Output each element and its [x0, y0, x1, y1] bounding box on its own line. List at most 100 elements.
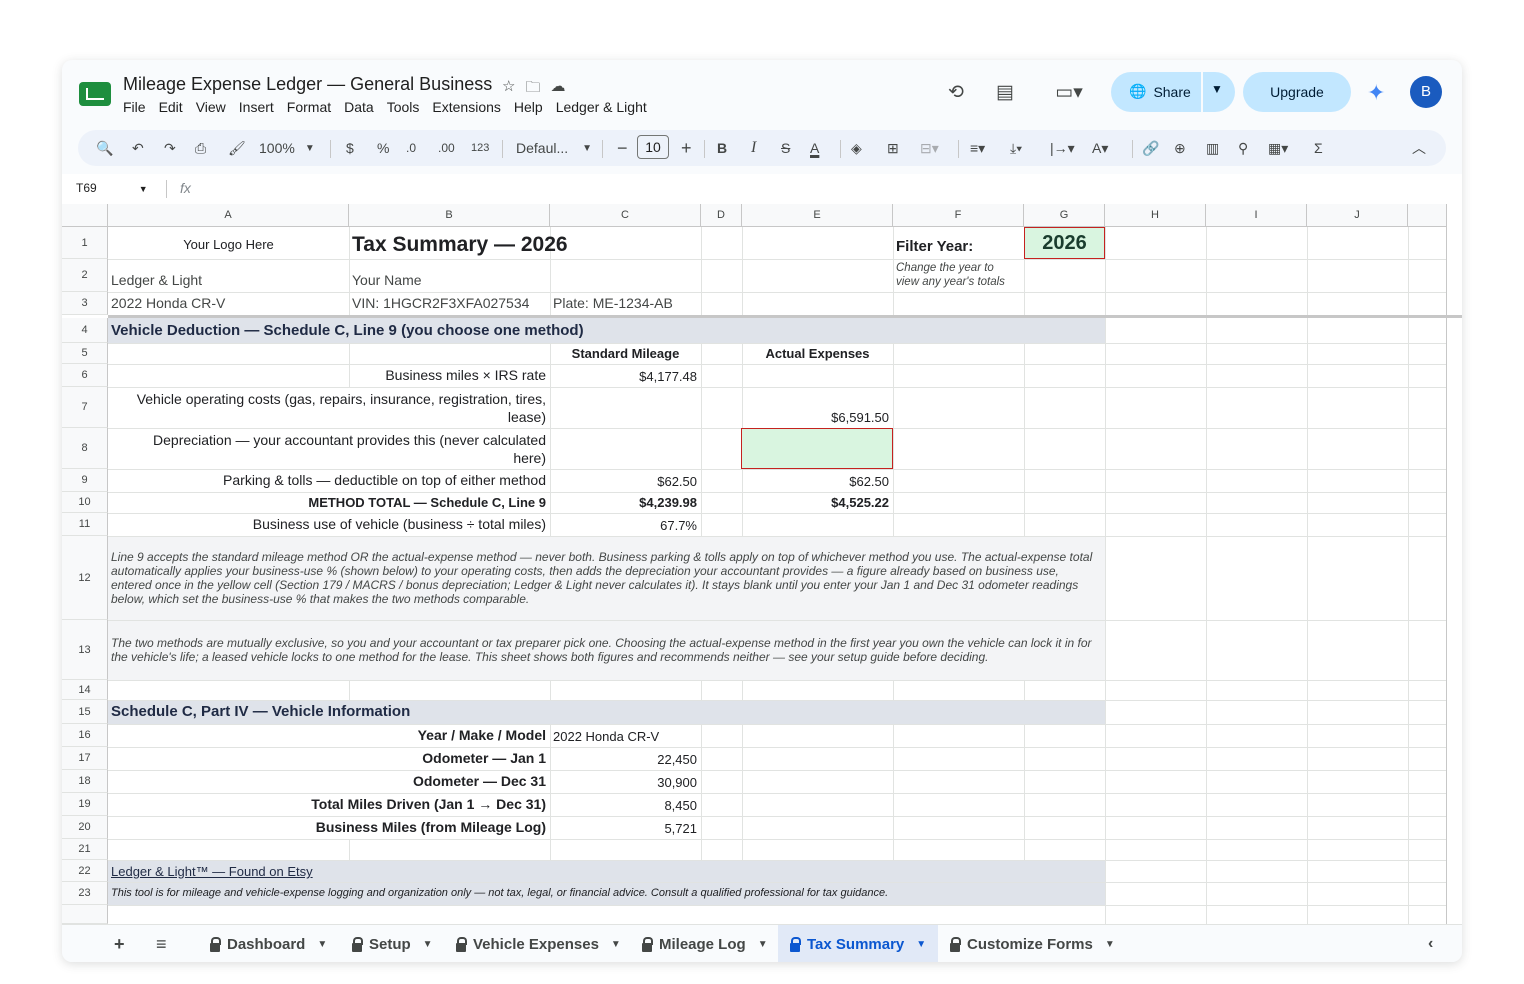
name-box[interactable]: T69 ▼	[76, 181, 148, 195]
row-header-11[interactable]: 11	[62, 513, 108, 536]
tab-customize-forms[interactable]: Customize Forms ▼	[942, 925, 1123, 962]
menu-format[interactable]: Format	[287, 99, 338, 115]
logo-placeholder[interactable]: Your Logo Here	[108, 237, 349, 252]
row9-label[interactable]: Parking & tolls — deductible on top of e…	[108, 472, 546, 488]
comments-icon[interactable]: ▤	[989, 76, 1021, 108]
total-miles-label[interactable]: Total Miles Driven (Jan 1 → Dec 31)	[108, 796, 546, 812]
font-size-input[interactable]: 10	[637, 135, 669, 159]
formula-input[interactable]	[202, 174, 1452, 204]
row-header-4[interactable]: 4	[62, 318, 108, 343]
zoom-select[interactable]: 100% ▼	[259, 130, 315, 166]
disclaimer-text[interactable]: This tool is for mileage and vehicle-exp…	[111, 887, 888, 899]
menu-extensions[interactable]: Extensions	[432, 99, 507, 115]
share-button[interactable]: 🌐 Share ▼	[1111, 72, 1235, 112]
column-header-f[interactable]: F	[893, 204, 1024, 227]
vertical-align-icon[interactable]: ⤓▾	[1010, 130, 1022, 166]
filter-year-input[interactable]: 2026	[1024, 227, 1105, 259]
upgrade-button[interactable]: Upgrade	[1243, 72, 1351, 112]
scroll-tabs-left-icon[interactable]: ‹	[1428, 925, 1433, 962]
method-total-standard[interactable]: $4,239.98	[550, 495, 697, 510]
meet-video-icon[interactable]: ▭▾	[1045, 76, 1093, 108]
tab-tax-summary[interactable]: Tax Summary ▼	[778, 925, 939, 962]
year-make-model-value[interactable]: 2022 Honda CR-V	[553, 729, 659, 744]
decrease-font-size-icon[interactable]: −	[617, 130, 628, 166]
depreciation-input[interactable]	[741, 428, 893, 469]
tab-dashboard[interactable]: Dashboard ▼	[202, 925, 335, 962]
business-miles-value[interactable]: 5,721	[550, 821, 697, 836]
menu-insert[interactable]: Insert	[239, 99, 281, 115]
row-header-6[interactable]: 6	[62, 364, 108, 387]
actual-expenses-header[interactable]: Actual Expenses	[742, 346, 893, 361]
italic-button[interactable]: I	[751, 130, 756, 166]
business-name[interactable]: Ledger & Light	[111, 272, 202, 288]
row-header-5[interactable]: 5	[62, 343, 108, 364]
column-header-c[interactable]: C	[550, 204, 701, 227]
year-make-model-label[interactable]: Year / Make / Model	[108, 727, 546, 743]
row-header-13[interactable]: 13	[62, 620, 108, 680]
column-header-d[interactable]: D	[701, 204, 742, 227]
row6-standard-value[interactable]: $4,177.48	[550, 369, 697, 384]
menu-file[interactable]: File	[123, 99, 153, 115]
collapse-menus-icon[interactable]: ︿	[1412, 130, 1426, 166]
row7-label[interactable]: Vehicle operating costs (gas, repairs, i…	[108, 390, 546, 426]
etsy-link[interactable]: Ledger & Light™ — Found on Etsy	[111, 864, 313, 879]
increase-decimal-button[interactable]: .00	[438, 130, 455, 166]
document-title[interactable]: Mileage Expense Ledger — General Busines…	[123, 74, 492, 95]
share-options-chevron-icon[interactable]: ▼	[1211, 82, 1223, 96]
row-header-10[interactable]: 10	[62, 492, 108, 513]
insert-comment-icon[interactable]: ⊕	[1174, 130, 1186, 166]
vin[interactable]: VIN: 1HGCR2F3XFA027534	[352, 295, 529, 311]
version-history-icon[interactable]: ⟲	[940, 76, 972, 108]
filter-views-icon[interactable]: ▦▾	[1268, 130, 1288, 166]
column-header-a[interactable]: A	[108, 204, 349, 227]
font-select[interactable]: Defaul... ▼	[516, 130, 592, 166]
row-header-18[interactable]: 18	[62, 770, 108, 793]
row-header-22[interactable]: 22	[62, 860, 108, 882]
odometer-dec-label[interactable]: Odometer — Dec 31	[108, 773, 546, 789]
print-icon[interactable]: ⎙	[195, 130, 206, 166]
column-header-i[interactable]: I	[1206, 204, 1307, 227]
redo-icon[interactable]: ↷	[164, 130, 176, 166]
horizontal-align-icon[interactable]: ≡▾	[970, 130, 985, 166]
plate[interactable]: Plate: ME-1234-AB	[553, 295, 673, 311]
merge-cells-icon[interactable]: ⊟▾	[920, 130, 939, 166]
section-heading-vehicle-deduction[interactable]: Vehicle Deduction — Schedule C, Line 9 (…	[111, 322, 584, 339]
odometer-jan-label[interactable]: Odometer — Jan 1	[108, 750, 546, 766]
row8-label[interactable]: Depreciation — your accountant provides …	[108, 431, 546, 467]
gemini-sparkle-icon[interactable]: ✦	[1367, 80, 1385, 106]
filter-icon[interactable]: ⚲	[1238, 130, 1248, 166]
method-note[interactable]: Line 9 accepts the standard mileage meth…	[111, 550, 1099, 606]
text-wrapping-icon[interactable]: |→▾	[1050, 130, 1075, 166]
standard-mileage-header[interactable]: Standard Mileage	[550, 346, 701, 361]
row-header-21[interactable]: 21	[62, 839, 108, 860]
strikethrough-button[interactable]: S	[781, 130, 790, 166]
row-header-1[interactable]: 1	[62, 227, 108, 259]
percent-format-button[interactable]: %	[377, 130, 389, 166]
row-header-7[interactable]: 7	[62, 387, 108, 428]
add-sheet-icon[interactable]: +	[114, 925, 125, 962]
insert-chart-icon[interactable]: ▥	[1206, 130, 1219, 166]
menu-tools[interactable]: Tools	[387, 99, 427, 115]
row7-actual-value[interactable]: $6,591.50	[742, 410, 889, 425]
sheets-logo-icon[interactable]	[79, 82, 111, 106]
row-header-23[interactable]: 23	[62, 882, 108, 905]
decrease-decimal-button[interactable]: .0	[406, 130, 416, 166]
method-total-label[interactable]: METHOD TOTAL — Schedule C, Line 9	[108, 495, 546, 510]
total-miles-value[interactable]: 8,450	[550, 798, 697, 813]
page-title[interactable]: Tax Summary — 2026	[352, 233, 568, 257]
row-header-12[interactable]: 12	[62, 536, 108, 620]
bold-button[interactable]: B	[717, 130, 727, 166]
column-header-h[interactable]: H	[1105, 204, 1206, 227]
your-name[interactable]: Your Name	[352, 272, 422, 288]
business-miles-label[interactable]: Business Miles (from Mileage Log)	[108, 819, 546, 835]
column-header-g[interactable]: G	[1024, 204, 1105, 227]
tab-vehicle-expenses[interactable]: Vehicle Expenses ▼	[448, 925, 629, 962]
menu-view[interactable]: View	[196, 99, 233, 115]
row-header-17[interactable]: 17	[62, 747, 108, 770]
row-header-2[interactable]: 2	[62, 259, 108, 292]
column-header-j[interactable]: J	[1307, 204, 1408, 227]
tab-mileage-log[interactable]: Mileage Log ▼	[634, 925, 776, 962]
row11-label[interactable]: Business use of vehicle (business ÷ tota…	[108, 516, 546, 532]
column-header-e[interactable]: E	[742, 204, 893, 227]
text-color-button[interactable]: A	[810, 130, 819, 166]
